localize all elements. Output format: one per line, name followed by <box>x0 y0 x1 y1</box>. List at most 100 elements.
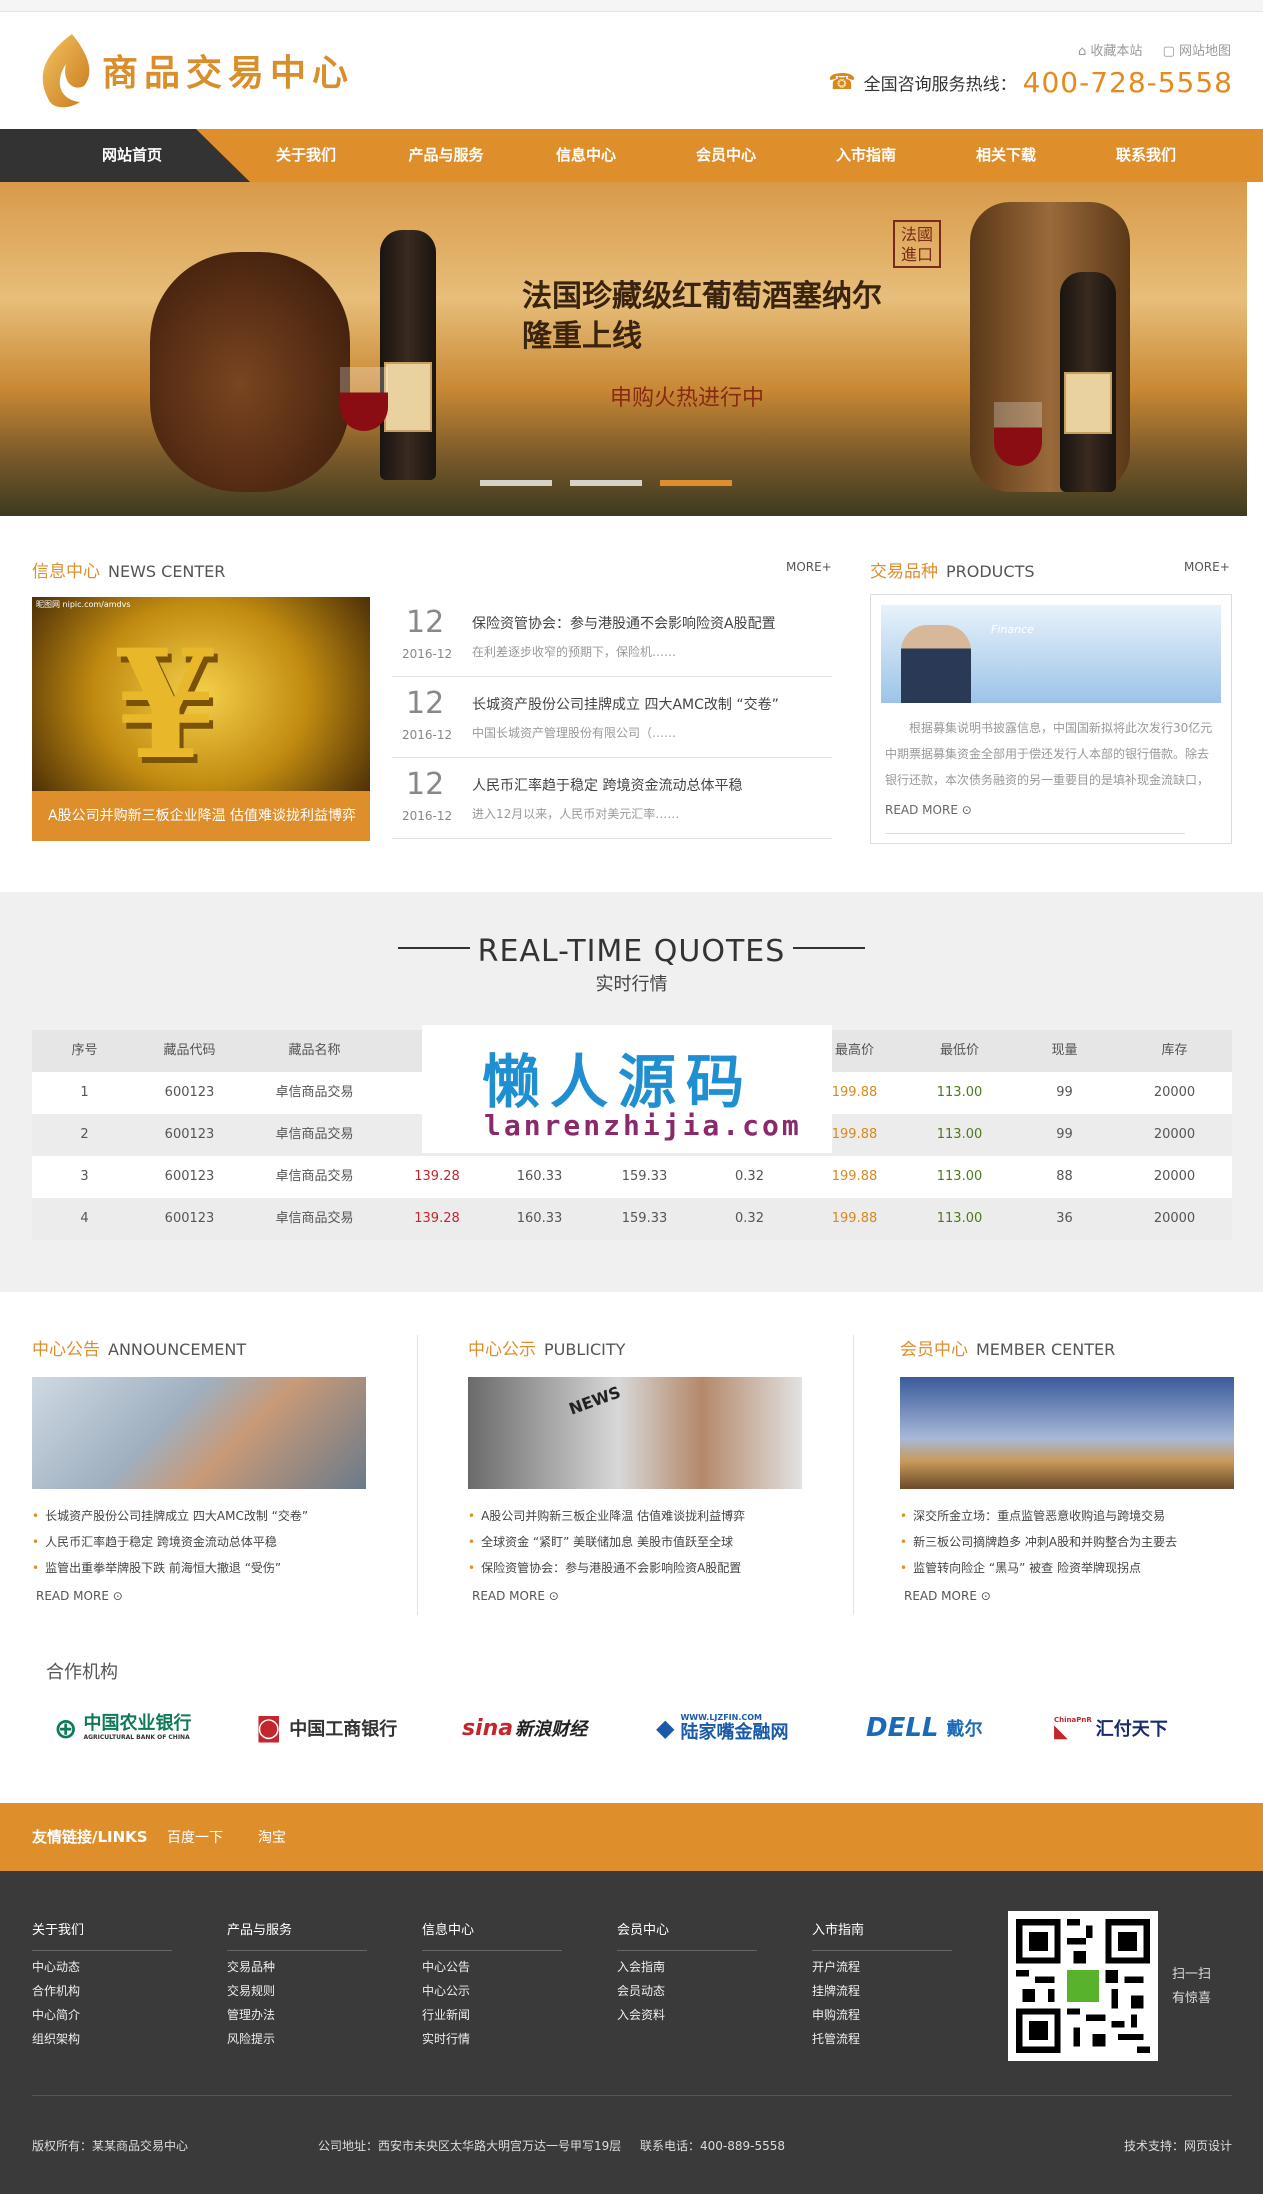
friend-link[interactable]: 淘宝 <box>258 1827 286 1847</box>
favorite-label: 收藏本站 <box>1090 44 1143 59</box>
footer-link[interactable]: 交易规则 <box>227 1983 367 1999</box>
footer-link[interactable]: 托管流程 <box>812 2031 952 2047</box>
table-row[interactable]: 4 600123 卓信商品交易 139.28 160.33 159.33 0.3… <box>32 1198 1232 1240</box>
list-item[interactable]: 新三板公司摘牌趋多 冲刺A股和并购整合为主要去 <box>900 1529 1177 1555</box>
news-image-caption[interactable]: A股公司并购新三板企业降温 估值难谈拢利益博弈 <box>32 791 370 841</box>
member-read-more[interactable]: READ MORE ⊙ <box>904 1589 991 1603</box>
news-more-link[interactable]: MORE+ <box>786 560 832 574</box>
partner-logo-icbc[interactable]: ◙ 中国工商银行 <box>256 1705 397 1751</box>
address: 公司地址：西安市未央区太华路大明宫万达一号甲写19层 <box>318 2139 622 2153</box>
slider-dot-active[interactable] <box>660 480 732 486</box>
partner-logo-chinapnr[interactable]: ChinaPnR ◣ 汇付天下 <box>1054 1705 1168 1751</box>
footer-link[interactable]: 中心公告 <box>422 1959 562 1975</box>
footer-link[interactable]: 中心动态 <box>32 1959 172 1975</box>
member-column: 会员中心 MEMBER CENTER 深交所金立场：重点监管恶意收购追与跨境交易 … <box>900 1335 1234 1603</box>
partner-logo-dell[interactable]: DELL 戴尔 <box>866 1705 982 1751</box>
footer-col-title[interactable]: 关于我们 <box>32 1919 172 1951</box>
news-title[interactable]: 保险资管协会：参与港股通不会影响险资A股配置 <box>472 613 776 633</box>
list-item[interactable]: A股公司并购新三板企业降温 估值难谈拢利益博弈 <box>468 1503 745 1529</box>
list-item[interactable]: 深交所金立场：重点监管恶意收购追与跨境交易 <box>900 1503 1177 1529</box>
slider-dot[interactable] <box>570 480 642 486</box>
finance-image-text: Finance <box>991 623 1034 636</box>
tech-support[interactable]: 技术支持：网页设计 <box>1124 2137 1232 2154</box>
cell: 159.33 <box>621 1211 668 1226</box>
news-feature-image[interactable]: 昵图网 nipic.com/amdvs ¥ A股公司并购新三板企业降温 估值难谈… <box>32 597 370 841</box>
newspaper-image[interactable]: NEWS <box>468 1377 802 1489</box>
news-title[interactable]: 人民币汇率趋于稳定 跨境资金流动总体平稳 <box>472 775 742 795</box>
hands-together-image[interactable] <box>32 1377 366 1489</box>
nav-item-contact[interactable]: 联系我们 <box>1076 129 1216 182</box>
nav-item-member[interactable]: 会员中心 <box>656 129 796 182</box>
member-title-en: MEMBER CENTER <box>976 1340 1116 1359</box>
list-item[interactable]: 全球资金 “紧盯” 美联储加息 美股市值跃至全球 <box>468 1529 745 1555</box>
footer-col-title[interactable]: 会员中心 <box>617 1919 757 1951</box>
arrow-circle-icon: ⊙ <box>112 1589 123 1603</box>
partner-name: 中国工商银行 <box>289 1719 398 1740</box>
publicity-title-en: PUBLICITY <box>544 1340 626 1359</box>
nav-item-info[interactable]: 信息中心 <box>516 129 656 182</box>
cell: 99 <box>1056 1127 1073 1142</box>
list-item[interactable]: 保险资管协会：参与港股通不会影响险资A股配置 <box>468 1555 745 1581</box>
footer-link[interactable]: 申购流程 <box>812 2007 952 2023</box>
finance-image[interactable]: Finance <box>881 605 1221 703</box>
products-read-more[interactable]: READ MORE ⊙ <box>885 803 972 817</box>
news-item[interactable]: 12 2016-12 人民币汇率趋于稳定 跨境资金流动总体平稳 进入12月以来，… <box>392 759 832 839</box>
arrow-circle-icon: ⊙ <box>961 803 972 817</box>
news-date: 2016-12 <box>402 809 453 823</box>
footer-link[interactable]: 中心公示 <box>422 1983 562 1999</box>
list-item[interactable]: 监管转向险企 “黑马” 被查 险资举牌现拐点 <box>900 1555 1177 1581</box>
cell: 36 <box>1056 1211 1073 1226</box>
golden-vase-image[interactable] <box>900 1377 1234 1489</box>
news-item[interactable]: 12 2016-12 保险资管协会：参与港股通不会影响险资A股配置 在利差逐步收… <box>392 597 832 677</box>
footer-link[interactable]: 实时行情 <box>422 2031 562 2047</box>
footer-link[interactable]: 组织架构 <box>32 2031 172 2047</box>
cell: 139.28 <box>414 1169 460 1184</box>
favorite-link[interactable]: ⌂ 收藏本站 <box>1078 44 1142 59</box>
footer-link[interactable]: 中心简介 <box>32 2007 172 2023</box>
nav-item-about[interactable]: 关于我们 <box>236 129 376 182</box>
footer-link[interactable]: 会员动态 <box>617 1983 757 1999</box>
footer-col-title[interactable]: 入市指南 <box>812 1919 952 1951</box>
partner-logo-abc[interactable]: ⊕ 中国农业银行 AGRICULTURAL BANK OF CHINA <box>54 1705 191 1751</box>
footer-link[interactable]: 开户流程 <box>812 1959 952 1975</box>
partner-logo-sina[interactable]: sina 新浪财经 <box>462 1705 587 1751</box>
friend-link[interactable]: 百度一下 <box>167 1827 223 1847</box>
sitemap-link[interactable]: ▢ 网站地图 <box>1163 44 1231 59</box>
footer-link[interactable]: 合作机构 <box>32 1983 172 1999</box>
list-item[interactable]: 长城资产股份公司挂牌成立 四大AMC改制 “交卷” <box>32 1503 308 1529</box>
hero-banner[interactable]: 法國進口 法国珍藏级红葡萄酒塞纳尔 隆重上线 申购火热进行中 <box>0 182 1247 516</box>
news-item[interactable]: 12 2016-12 长城资产股份公司挂牌成立 四大AMC改制 “交卷” 中国长… <box>392 678 832 758</box>
announcement-read-more[interactable]: READ MORE ⊙ <box>36 1589 123 1603</box>
table-row[interactable]: 3 600123 卓信商品交易 139.28 160.33 159.33 0.3… <box>32 1156 1232 1198</box>
partner-logo-ljzfin[interactable]: ◆ WWW.LJZFIN.COM 陆家嘴金融网 <box>656 1705 788 1751</box>
footer-link[interactable]: 挂牌流程 <box>812 1983 952 1999</box>
slider-dot[interactable] <box>480 480 552 486</box>
news-title[interactable]: 长城资产股份公司挂牌成立 四大AMC改制 “交卷” <box>472 694 779 714</box>
partner-sub: sina <box>462 1715 514 1741</box>
nav-item-home[interactable]: 网站首页 <box>62 129 202 182</box>
nav-item-guide[interactable]: 入市指南 <box>796 129 936 182</box>
footer-link[interactable]: 风险提示 <box>227 2031 367 2047</box>
news-date: 2016-12 <box>402 728 453 742</box>
footer-col-title[interactable]: 产品与服务 <box>227 1919 367 1951</box>
nav-item-download[interactable]: 相关下载 <box>936 129 1076 182</box>
list-item[interactable]: 人民币汇率趋于稳定 跨境资金流动总体平稳 <box>32 1529 308 1555</box>
partner-sub: AGRICULTURAL BANK OF CHINA <box>83 1734 190 1741</box>
abc-bank-icon: ⊕ <box>54 1711 78 1745</box>
footer-link[interactable]: 行业新闻 <box>422 2007 562 2023</box>
cell: 600123 <box>164 1169 215 1184</box>
footer-link[interactable]: 入会资料 <box>617 2007 757 2023</box>
read-more-label: READ MORE <box>472 1589 545 1603</box>
footer-link[interactable]: 交易品种 <box>227 1959 367 1975</box>
list-item[interactable]: 监管出重拳举牌股下跌 前海恒大撤退 “受伤” <box>32 1555 308 1581</box>
nav-item-products[interactable]: 产品与服务 <box>376 129 516 182</box>
products-more-link[interactable]: MORE+ <box>1184 560 1230 574</box>
publicity-read-more[interactable]: READ MORE ⊙ <box>472 1589 559 1603</box>
footer-col-title[interactable]: 信息中心 <box>422 1919 562 1951</box>
footer-link[interactable]: 管理办法 <box>227 2007 367 2023</box>
chinapnr-flag-icon: ◣ <box>1054 1721 1068 1742</box>
news-title-cn: 信息中心 <box>32 562 100 582</box>
logo[interactable]: 商品交易中心 <box>32 30 392 110</box>
cell: 113.00 <box>936 1169 983 1184</box>
footer-link[interactable]: 入会指南 <box>617 1959 757 1975</box>
